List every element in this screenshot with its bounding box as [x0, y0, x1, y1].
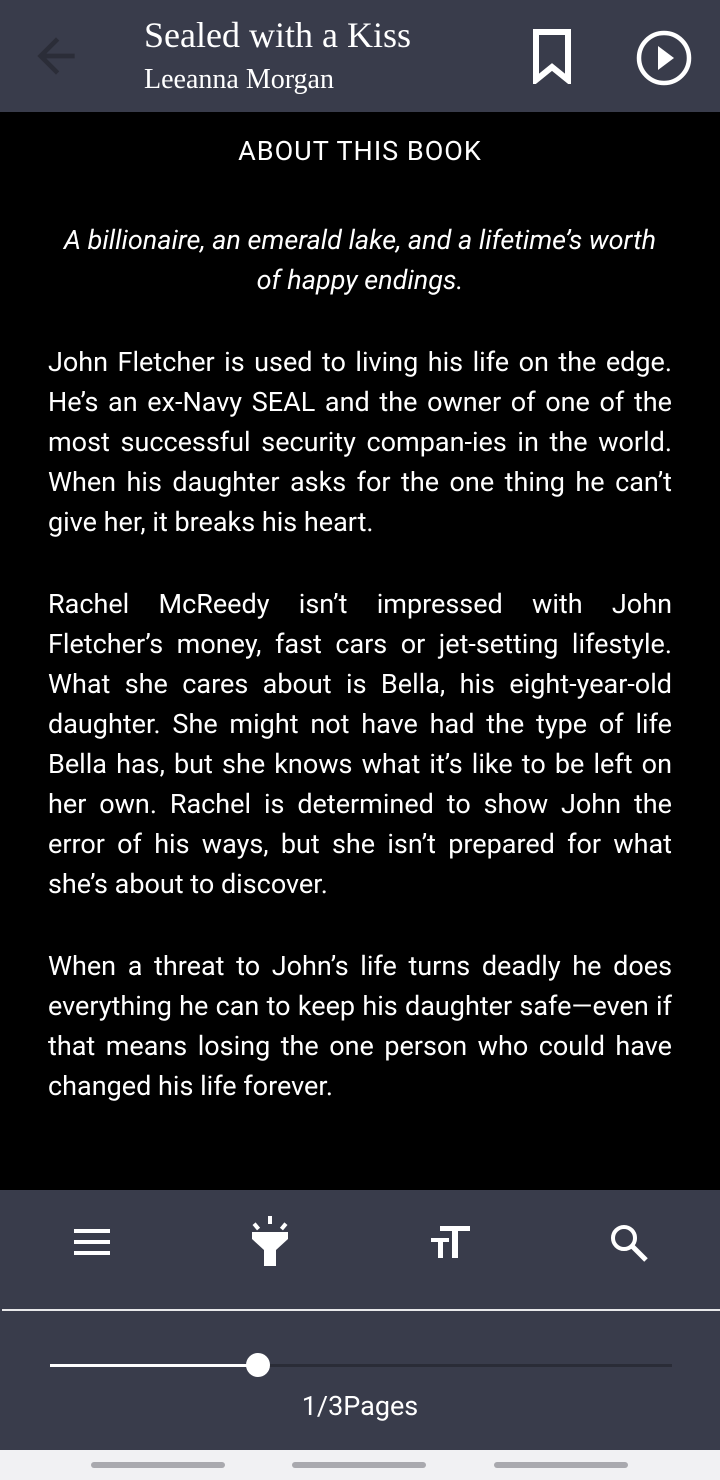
- description-paragraph: Rachel McReedy isn’t impressed with John…: [48, 588, 672, 900]
- highlight-button[interactable]: [242, 1214, 298, 1270]
- nav-back-button[interactable]: [494, 1462, 628, 1468]
- text-size-icon: [431, 1226, 470, 1258]
- book-author: Leeanna Morgan: [144, 64, 334, 95]
- reader-toolbar: 1/3Pages: [0, 1190, 720, 1450]
- section-heading: ABOUT THIS BOOK: [238, 135, 482, 167]
- system-nav-bar: [0, 1450, 720, 1480]
- title-block: Sealed with a Kiss Leeanna Morgan: [144, 12, 411, 100]
- book-title: Sealed with a Kiss: [144, 15, 411, 55]
- nav-home-button[interactable]: [292, 1462, 426, 1468]
- search-button[interactable]: [600, 1214, 656, 1270]
- book-tagline: A billionaire, an emerald lake, and a li…: [63, 224, 657, 296]
- book-description[interactable]: ABOUT THIS BOOK A billionaire, an emeral…: [0, 112, 720, 1190]
- back-button[interactable]: [28, 28, 84, 84]
- bookmark-icon: [533, 29, 571, 84]
- play-circle-icon: [636, 30, 692, 86]
- table-of-contents-button[interactable]: [64, 1214, 120, 1270]
- bookmark-button[interactable]: [526, 28, 578, 84]
- description-paragraph: When a threat to John’s life turns deadl…: [48, 950, 672, 1102]
- page-indicator: 1/3Pages: [301, 1390, 419, 1422]
- text-size-button[interactable]: [422, 1214, 478, 1270]
- page-slider-fill: [50, 1364, 259, 1367]
- description-paragraph: John Fletcher is used to living his life…: [48, 346, 672, 538]
- page-slider[interactable]: [50, 1353, 672, 1377]
- toolbar-divider: [2, 1309, 720, 1311]
- app-header: Sealed with a Kiss Leeanna Morgan: [0, 0, 720, 112]
- nav-recents-button[interactable]: [91, 1462, 225, 1468]
- flashlight-icon: [252, 1216, 288, 1266]
- page-slider-thumb[interactable]: [246, 1353, 271, 1377]
- search-icon: [611, 1225, 648, 1262]
- arrow-left-icon: [37, 37, 75, 75]
- menu-icon: [74, 1229, 110, 1255]
- play-button[interactable]: [634, 28, 694, 88]
